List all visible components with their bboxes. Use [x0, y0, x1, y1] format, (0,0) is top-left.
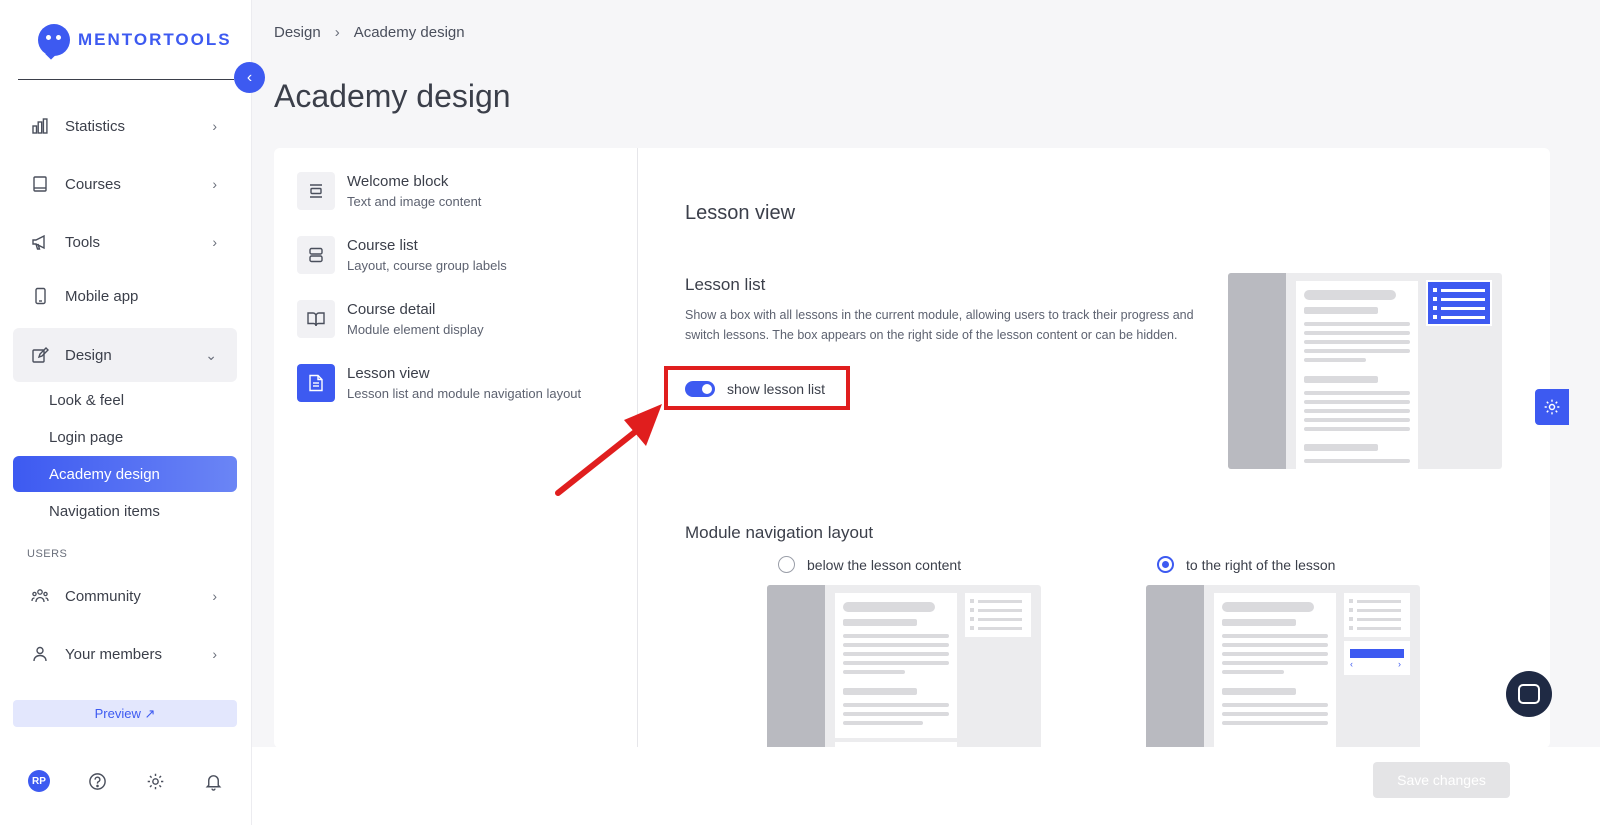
- stack-icon: [297, 236, 335, 274]
- illustration-lesson-box: [1426, 280, 1492, 326]
- breadcrumb-parent[interactable]: Design: [274, 24, 321, 41]
- help-icon[interactable]: [86, 770, 108, 792]
- book-icon: [31, 175, 49, 193]
- sidebar-item-label: Community: [65, 587, 141, 605]
- menu-item-title: Welcome block: [347, 173, 449, 190]
- chat-button[interactable]: [1506, 671, 1552, 717]
- menu-item-subtitle: Module element display: [347, 322, 484, 337]
- illustration-sidebar: [1228, 273, 1286, 469]
- settings-tab-button[interactable]: [1535, 389, 1569, 425]
- chevron-down-icon: ⌄: [205, 346, 217, 363]
- menu-item-subtitle: Text and image content: [347, 194, 482, 209]
- radio-label: below the lesson content: [807, 556, 962, 573]
- community-icon: [31, 587, 49, 605]
- menu-item-title: Course list: [347, 237, 418, 254]
- radio-below-lesson[interactable]: below the lesson content: [778, 556, 961, 573]
- sidebar-item-label: Your members: [65, 645, 162, 663]
- collapse-sidebar-button[interactable]: ‹: [234, 62, 265, 93]
- chevron-right-icon: ›: [212, 118, 217, 134]
- pencil-icon: [31, 346, 49, 364]
- card-divider: [637, 148, 638, 748]
- user-icon: [31, 645, 49, 663]
- sidebar-item-label: Courses: [65, 175, 121, 193]
- preview-button[interactable]: Preview ↗: [13, 700, 237, 727]
- sidebar-footer: RP: [28, 770, 224, 792]
- sidebar-item-your-members[interactable]: Your members ›: [13, 628, 237, 680]
- illustration-page: [1296, 281, 1418, 469]
- sidebar-subitem-academy-design[interactable]: Academy design: [13, 456, 237, 492]
- chevron-right-icon: ›: [334, 24, 340, 41]
- radio-label: to the right of the lesson: [1186, 556, 1336, 573]
- page-title: Academy design: [274, 78, 511, 114]
- menu-item-lesson-view[interactable]: Lesson view Lesson list and module navig…: [297, 364, 581, 402]
- sidebar-item-label: Mobile app: [65, 287, 139, 305]
- align-center-icon: [297, 172, 335, 210]
- breadcrumb: Design › Academy design: [274, 24, 465, 41]
- layout-right-illustration[interactable]: ‹ ›: [1146, 585, 1420, 748]
- mobile-icon: [31, 287, 49, 305]
- sidebar-item-mobile-app[interactable]: Mobile app: [13, 270, 237, 322]
- section-title: Lesson view: [685, 202, 796, 224]
- menu-item-title: Lesson view: [347, 365, 430, 382]
- menu-item-title: Course detail: [347, 301, 436, 318]
- bell-icon[interactable]: [202, 770, 224, 792]
- lesson-list-title: Lesson list: [685, 275, 766, 294]
- bar-chart-icon: [31, 117, 49, 135]
- brand-logo[interactable]: MENTORTOOLS: [38, 24, 232, 56]
- menu-item-subtitle: Lesson list and module navigation layout: [347, 386, 582, 401]
- sidebar-divider: [18, 79, 234, 80]
- logo-icon: [38, 24, 70, 56]
- sidebar-item-community[interactable]: Community ›: [13, 570, 237, 622]
- sidebar-item-design[interactable]: Design ⌄: [13, 328, 237, 382]
- radio-button-selected[interactable]: [1157, 556, 1174, 573]
- gear-icon: [1544, 399, 1560, 415]
- radio-button[interactable]: [778, 556, 795, 573]
- open-book-icon: [297, 300, 335, 338]
- document-icon: [297, 364, 335, 402]
- chat-icon: [1518, 684, 1540, 704]
- sidebar-item-label: Tools: [65, 233, 101, 251]
- save-changes-button[interactable]: Save changes: [1373, 762, 1510, 798]
- sidebar-subitem-login-page[interactable]: Login page: [13, 419, 237, 455]
- sidebar-item-label: Statistics: [65, 117, 126, 135]
- gear-icon[interactable]: [144, 770, 166, 792]
- module-navigation-title: Module navigation layout: [685, 523, 874, 542]
- avatar[interactable]: RP: [28, 770, 50, 792]
- brand-name: MENTORTOOLS: [78, 30, 232, 49]
- menu-item-welcome-block[interactable]: Welcome block Text and image content: [297, 172, 481, 210]
- menu-item-course-list[interactable]: Course list Layout, course group labels: [297, 236, 507, 274]
- chevron-left-icon: ‹: [246, 68, 253, 86]
- sidebar-subitem-navigation-items[interactable]: Navigation items: [13, 493, 237, 529]
- sidebar-item-tools[interactable]: Tools ›: [13, 216, 237, 268]
- menu-item-course-detail[interactable]: Course detail Module element display: [297, 300, 484, 338]
- sidebar-item-statistics[interactable]: Statistics ›: [13, 100, 237, 152]
- megaphone-icon: [31, 233, 49, 251]
- chevron-right-icon: ›: [212, 176, 217, 192]
- lesson-list-illustration: [1228, 273, 1502, 469]
- lesson-list-description: Show a box with all lessons in the curre…: [685, 308, 1194, 342]
- chevron-right-icon: ›: [212, 646, 217, 662]
- breadcrumb-current: Academy design: [353, 24, 465, 41]
- sidebar: MENTORTOOLS Statistics › Courses › Tools…: [0, 0, 252, 825]
- sidebar-subitem-look-feel[interactable]: Look & feel: [13, 382, 237, 418]
- radio-right-of-lesson[interactable]: to the right of the lesson: [1157, 556, 1335, 573]
- layout-below-illustration[interactable]: [767, 585, 1041, 748]
- users-section-label: USERS: [27, 548, 68, 560]
- settings-card: Welcome block Text and image content Cou…: [274, 148, 1550, 748]
- sidebar-item-label: Design: [65, 346, 112, 364]
- chevron-right-icon: ›: [212, 234, 217, 250]
- highlight-annotation-box: [664, 366, 850, 410]
- menu-item-subtitle: Layout, course group labels: [347, 258, 507, 273]
- chevron-right-icon: ›: [212, 588, 217, 604]
- sidebar-item-courses[interactable]: Courses ›: [13, 158, 237, 210]
